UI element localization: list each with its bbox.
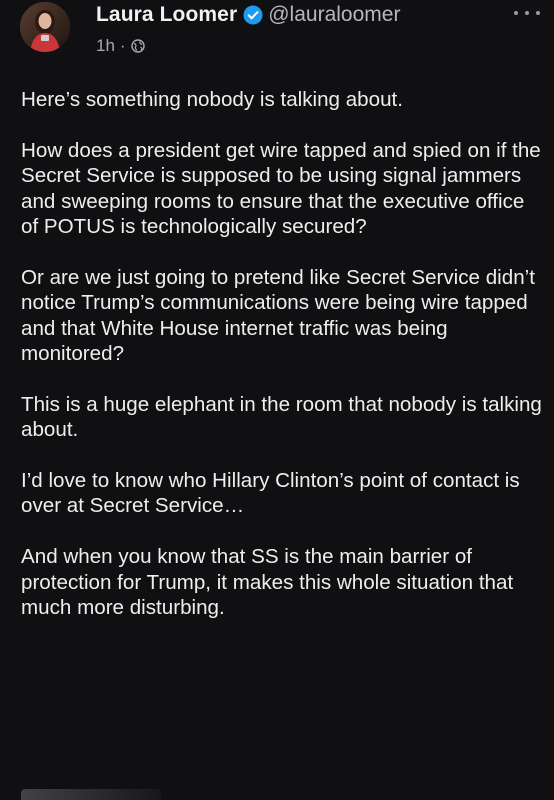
more-options-icon[interactable]	[514, 6, 540, 20]
post-paragraph: How does a president get wire tapped and…	[21, 138, 541, 239]
post-paragraph: This is a huge elephant in the room that…	[21, 392, 542, 442]
post-meta: 1h ·	[96, 35, 145, 57]
post-paragraph: I’d love to know who Hillary Clinton’s p…	[21, 469, 520, 518]
meta-separator: ·	[119, 36, 126, 55]
verified-badge-icon	[243, 5, 263, 25]
cutoff-text-fragment	[21, 789, 161, 800]
author-row: Laura Loomer @lauraloomer	[96, 0, 400, 30]
author-display-name[interactable]: Laura Loomer	[96, 3, 237, 27]
post-paragraph: Here’s something nobody is talking about…	[21, 88, 403, 111]
post-paragraph: And when you know that SS is the main ba…	[21, 545, 514, 620]
post-timestamp[interactable]: 1h	[96, 36, 115, 56]
globe-icon	[130, 39, 145, 53]
post: Laura Loomer @lauraloomer 1h · Here’s so…	[0, 0, 554, 800]
author-handle[interactable]: @lauraloomer	[268, 3, 400, 27]
profile-photo-icon	[20, 2, 70, 52]
post-paragraph: Or are we just going to pretend like Sec…	[21, 265, 535, 366]
post-body: Here’s something nobody is talking about…	[21, 87, 546, 646]
avatar[interactable]	[20, 2, 70, 52]
